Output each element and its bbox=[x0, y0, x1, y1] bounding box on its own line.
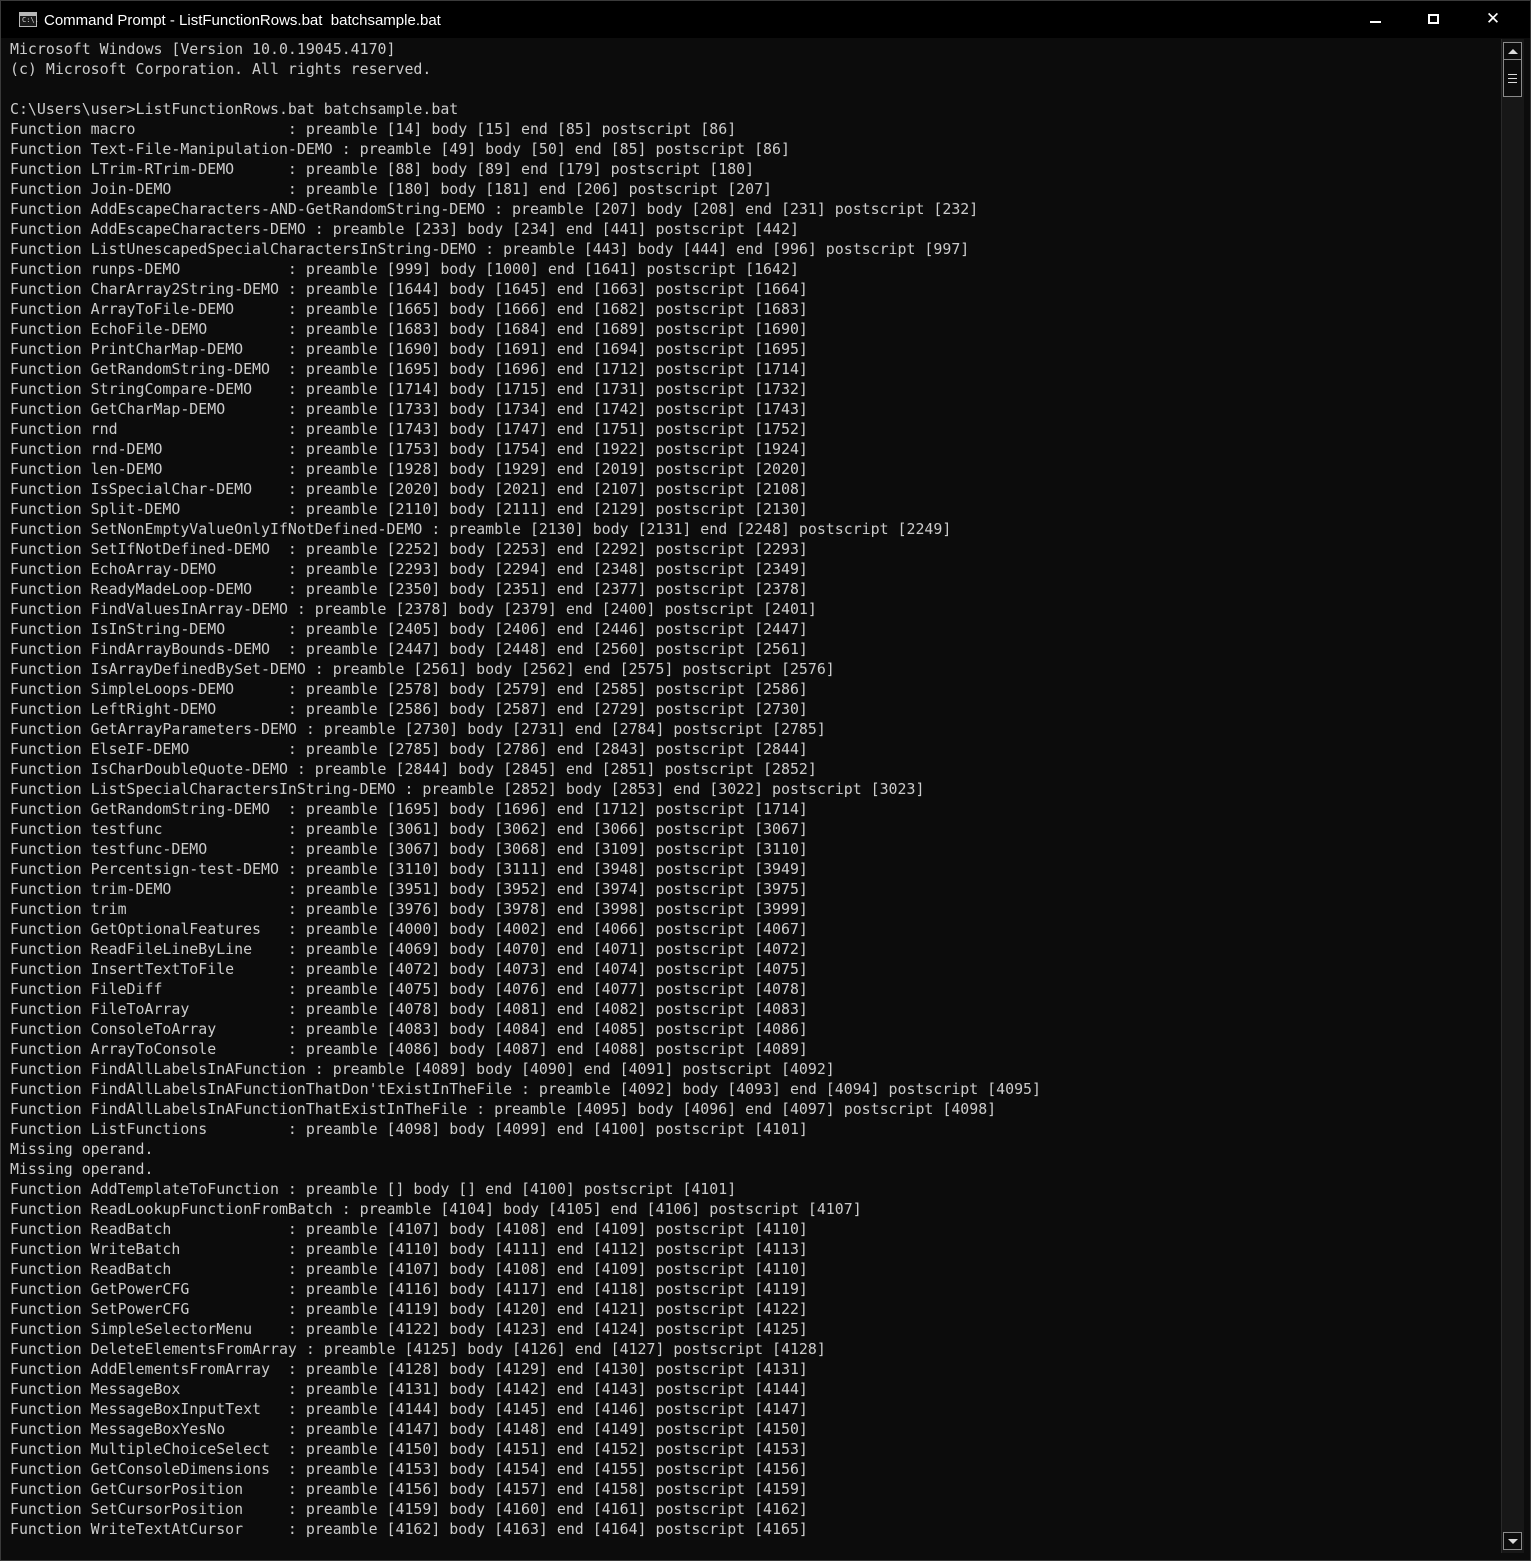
console-line: Function GetPowerCFG : preamble [4116] b… bbox=[10, 1280, 808, 1298]
console-line: Function trim : preamble [3976] body [39… bbox=[10, 900, 808, 918]
console-line: Missing operand. bbox=[10, 1140, 154, 1158]
console-line: Function FileDiff : preamble [4075] body… bbox=[10, 980, 808, 998]
console-line: Function IsInString-DEMO : preamble [240… bbox=[10, 620, 808, 638]
console-line: Microsoft Windows [Version 10.0.19045.41… bbox=[10, 40, 396, 58]
console-line: Function AddElementsFromArray : preamble… bbox=[10, 1360, 808, 1378]
console-line: Function GetRandomString-DEMO : preamble… bbox=[10, 360, 808, 378]
console-line: (c) Microsoft Corporation. All rights re… bbox=[10, 60, 432, 78]
console-text: Microsoft Windows [Version 10.0.19045.41… bbox=[10, 39, 1498, 1539]
maximize-icon bbox=[1428, 14, 1439, 24]
console-line: Function Split-DEMO : preamble [2110] bo… bbox=[10, 500, 808, 518]
console-line: C:\Users\user>ListFunctionRows.bat batch… bbox=[10, 100, 459, 118]
console-line: Function FindAllLabelsInAFunctionThatExi… bbox=[10, 1100, 997, 1118]
window-title: Command Prompt - ListFunctionRows.bat ba… bbox=[44, 12, 441, 29]
console-line: Function IsSpecialChar-DEMO : preamble [… bbox=[10, 480, 808, 498]
console-output[interactable]: Microsoft Windows [Version 10.0.19045.41… bbox=[10, 39, 1498, 1555]
grip-line bbox=[1508, 82, 1517, 83]
close-icon: ✕ bbox=[1485, 9, 1501, 29]
console-line: Function GetRandomString-DEMO : preamble… bbox=[10, 800, 808, 818]
console-line: Function SetIfNotDefined-DEMO : preamble… bbox=[10, 540, 808, 558]
minimize-icon bbox=[1370, 21, 1381, 23]
vertical-scrollbar[interactable] bbox=[1501, 39, 1524, 1553]
command-prompt-window: C:\. Command Prompt - ListFunctionRows.b… bbox=[0, 0, 1531, 1561]
console-line: Function runps-DEMO : preamble [999] bod… bbox=[10, 260, 799, 278]
console-line: Function MessageBox : preamble [4131] bo… bbox=[10, 1380, 808, 1398]
console-line: Function ArrayToConsole : preamble [4086… bbox=[10, 1040, 808, 1058]
console-line: Function LeftRight-DEMO : preamble [2586… bbox=[10, 700, 808, 718]
console-line: Function CharArray2String-DEMO : preambl… bbox=[10, 280, 808, 298]
console-line: Function MessageBoxYesNo : preamble [414… bbox=[10, 1420, 808, 1438]
minimize-button[interactable] bbox=[1347, 1, 1405, 38]
console-line: Function ListSpecialCharactersInString-D… bbox=[10, 780, 925, 798]
scroll-thumb[interactable] bbox=[1503, 59, 1522, 97]
console-line: Function ReadyMadeLoop-DEMO : preamble [… bbox=[10, 580, 808, 598]
console-line: Function SimpleSelectorMenu : preamble [… bbox=[10, 1320, 808, 1338]
console-line: Function ArrayToFile-DEMO : preamble [16… bbox=[10, 300, 808, 318]
console-line: Function ElseIF-DEMO : preamble [2785] b… bbox=[10, 740, 808, 758]
console-line: Function SimpleLoops-DEMO : preamble [25… bbox=[10, 680, 808, 698]
console-line: Function Percentsign-test-DEMO : preambl… bbox=[10, 860, 808, 878]
console-line: Function ReadLookupFunctionFromBatch : p… bbox=[10, 1200, 862, 1218]
console-icon-label: C:\. bbox=[22, 16, 39, 24]
console-icon: C:\. bbox=[19, 12, 39, 27]
console-line: Missing operand. bbox=[10, 1160, 154, 1178]
console-line: Function rnd-DEMO : preamble [1753] body… bbox=[10, 440, 808, 458]
grip-line bbox=[1508, 78, 1517, 79]
console-line: Function testfunc : preamble [3061] body… bbox=[10, 820, 808, 838]
console-line: Function PrintCharMap-DEMO : preamble [1… bbox=[10, 340, 808, 358]
console-line: Function len-DEMO : preamble [1928] body… bbox=[10, 460, 808, 478]
console-line: Function WriteBatch : preamble [4110] bo… bbox=[10, 1240, 808, 1258]
console-line: Function MessageBoxInputText : preamble … bbox=[10, 1400, 808, 1418]
console-line: Function GetConsoleDimensions : preamble… bbox=[10, 1460, 808, 1478]
scroll-down-arrow-icon[interactable] bbox=[1503, 1532, 1522, 1550]
console-line: Function LTrim-RTrim-DEMO : preamble [88… bbox=[10, 160, 755, 178]
console-line: Function ConsoleToArray : preamble [4083… bbox=[10, 1020, 808, 1038]
close-button[interactable]: ✕ bbox=[1464, 1, 1522, 38]
console-line: Function SetPowerCFG : preamble [4119] b… bbox=[10, 1300, 808, 1318]
title-bar[interactable]: C:\. Command Prompt - ListFunctionRows.b… bbox=[1, 1, 1530, 38]
console-line: Function Join-DEMO : preamble [180] body… bbox=[10, 180, 773, 198]
console-line: Function EchoArray-DEMO : preamble [2293… bbox=[10, 560, 808, 578]
console-line: Function WriteTextAtCursor : preamble [4… bbox=[10, 1520, 808, 1538]
console-line: Function FindValuesInArray-DEMO : preamb… bbox=[10, 600, 817, 618]
console-line: Function SetCursorPosition : preamble [4… bbox=[10, 1500, 808, 1518]
scroll-up-arrow-icon[interactable] bbox=[1503, 42, 1522, 60]
console-line: Function GetCursorPosition : preamble [4… bbox=[10, 1480, 808, 1498]
grip-line bbox=[1508, 74, 1517, 75]
console-line: Function GetArrayParameters-DEMO : pream… bbox=[10, 720, 826, 738]
console-line: Function testfunc-DEMO : preamble [3067]… bbox=[10, 840, 808, 858]
console-line: Function InsertTextToFile : preamble [40… bbox=[10, 960, 808, 978]
console-line: Function FindArrayBounds-DEMO : preamble… bbox=[10, 640, 808, 658]
console-line: Function ReadBatch : preamble [4107] bod… bbox=[10, 1260, 808, 1278]
maximize-button[interactable] bbox=[1405, 1, 1463, 38]
console-line: Function ReadFileLineByLine : preamble [… bbox=[10, 940, 808, 958]
console-line: Function FindAllLabelsInAFunction : prea… bbox=[10, 1060, 835, 1078]
console-line: Function Text-File-Manipulation-DEMO : p… bbox=[10, 140, 790, 158]
console-line: Function ReadBatch : preamble [4107] bod… bbox=[10, 1220, 808, 1238]
console-line: Function IsArrayDefinedBySet-DEMO : prea… bbox=[10, 660, 835, 678]
console-line: Function AddTemplateToFunction : preambl… bbox=[10, 1180, 737, 1198]
console-line: Function macro : preamble [14] body [15]… bbox=[10, 120, 737, 138]
console-line: Function GetCharMap-DEMO : preamble [173… bbox=[10, 400, 808, 418]
console-line: Function SetNonEmptyValueOnlyIfNotDefine… bbox=[10, 520, 952, 538]
console-line: Function ListUnescapedSpecialCharactersI… bbox=[10, 240, 970, 258]
console-line: Function GetOptionalFeatures : preamble … bbox=[10, 920, 808, 938]
console-line: Function AddEscapeCharacters-AND-GetRand… bbox=[10, 200, 979, 218]
console-line: Function IsCharDoubleQuote-DEMO : preamb… bbox=[10, 760, 817, 778]
console-line: Function trim-DEMO : preamble [3951] bod… bbox=[10, 880, 808, 898]
console-line: Function ListFunctions : preamble [4098]… bbox=[10, 1120, 808, 1138]
console-line: Function StringCompare-DEMO : preamble [… bbox=[10, 380, 808, 398]
console-line: Function EchoFile-DEMO : preamble [1683]… bbox=[10, 320, 808, 338]
console-line: Function MultipleChoiceSelect : preamble… bbox=[10, 1440, 808, 1458]
console-line: Function rnd : preamble [1743] body [174… bbox=[10, 420, 808, 438]
console-line: Function DeleteElementsFromArray : pream… bbox=[10, 1340, 826, 1358]
console-line: Function FindAllLabelsInAFunctionThatDon… bbox=[10, 1080, 1041, 1098]
console-line: Function FileToArray : preamble [4078] b… bbox=[10, 1000, 808, 1018]
console-line: Function AddEscapeCharacters-DEMO : prea… bbox=[10, 220, 799, 238]
